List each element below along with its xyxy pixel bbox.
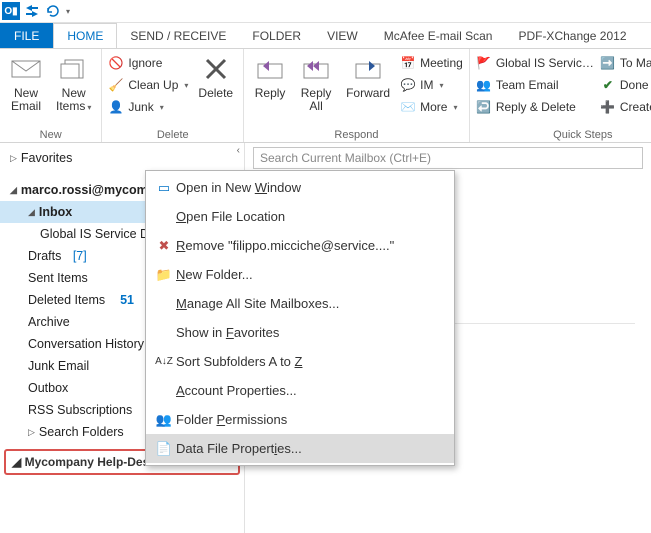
group-quicksteps: 🚩Global IS Servic… 👥Team Email ↩️Reply &… (470, 49, 651, 142)
quick-access-toolbar: ▾ (24, 3, 70, 19)
qs-done[interactable]: ✔Done (600, 75, 651, 95)
new-email-button[interactable]: New Email (6, 51, 46, 127)
caret-down-icon: ◢ (10, 185, 17, 196)
reply-button[interactable]: Reply (250, 51, 290, 127)
tab-pdfxchange[interactable]: PDF-XChange 2012 (505, 23, 639, 48)
send-receive-icon[interactable] (24, 3, 40, 19)
create-icon: ➕ (600, 99, 616, 115)
new-items-label: New Items▾ (56, 87, 91, 113)
reply-all-icon (300, 53, 332, 85)
folder-context-menu: ▭ Open in New Window Open File Location … (145, 170, 455, 466)
new-email-label: New Email (11, 87, 41, 113)
new-items-button[interactable]: New Items▾ (52, 51, 95, 127)
group-new-label: New (6, 127, 95, 142)
outlook-logo: O▮ (2, 2, 20, 20)
group-respond-label: Respond (250, 127, 463, 142)
ctx-data-file-properties[interactable]: 📄 Data File Properties... (146, 434, 454, 463)
ignore-icon: 🚫 (108, 55, 124, 71)
im-icon: 💬 (400, 77, 416, 93)
check-icon: ✔ (600, 77, 616, 93)
ignore-button[interactable]: 🚫Ignore (108, 53, 188, 73)
permissions-icon: 👥 (152, 412, 176, 428)
flag-icon: 🚩 (476, 55, 492, 71)
ctx-sort-subfolders[interactable]: A↓Z Sort Subfolders A to Z (146, 347, 454, 376)
qs-global-is[interactable]: 🚩Global IS Servic… (476, 53, 594, 73)
window-icon: ▭ (152, 180, 176, 196)
ctx-manage-mailboxes[interactable]: Manage All Site Mailboxes... (146, 289, 454, 318)
new-items-icon (58, 53, 90, 85)
caret-down-icon: ◢ (28, 207, 35, 218)
broom-icon: 🧹 (108, 77, 124, 93)
group-respond: Reply Reply All Forward 📅Meeting 💬IM▾ ✉️… (244, 49, 470, 142)
caret-down-icon: ◢ (12, 455, 21, 469)
reply-delete-icon: ↩️ (476, 99, 492, 115)
team-icon: 👥 (476, 77, 492, 93)
tab-send-receive[interactable]: SEND / RECEIVE (117, 23, 239, 48)
ctx-folder-permissions[interactable]: 👥 Folder Permissions (146, 405, 454, 434)
remove-x-icon: ✖ (152, 238, 176, 254)
group-quicksteps-label: Quick Steps (476, 127, 651, 142)
qat-dropdown-icon[interactable]: ▾ (66, 7, 70, 16)
qs-team-email[interactable]: 👥Team Email (476, 75, 594, 95)
reply-all-button[interactable]: Reply All (296, 51, 336, 127)
deleted-count: 51 (120, 293, 134, 307)
ctx-account-properties[interactable]: Account Properties... (146, 376, 454, 405)
undo-icon[interactable] (44, 3, 60, 19)
meeting-button[interactable]: 📅Meeting (400, 53, 463, 73)
properties-icon: 📄 (152, 441, 176, 457)
ribbon-tabs: FILE HOME SEND / RECEIVE FOLDER VIEW McA… (0, 23, 651, 48)
junk-button[interactable]: 👤Junk▾ (108, 97, 188, 117)
caret-right-icon: ▷ (28, 427, 35, 438)
qs-create-new[interactable]: ➕Create New (600, 97, 651, 117)
tab-mcafee[interactable]: McAfee E-mail Scan (371, 23, 506, 48)
ctx-open-file-location[interactable]: Open File Location (146, 202, 454, 231)
tab-folder[interactable]: FOLDER (239, 23, 314, 48)
group-delete-label: Delete (108, 127, 237, 142)
drafts-count: [7] (73, 249, 87, 263)
collapse-nav-icon[interactable]: ‹ (237, 145, 240, 156)
group-new: New Email New Items▾ New (0, 49, 102, 142)
qs-to-manager[interactable]: ➡️To Manager (600, 53, 651, 73)
tab-file[interactable]: FILE (0, 23, 53, 48)
forward-icon (352, 53, 384, 85)
delete-button[interactable]: Delete (194, 51, 237, 127)
nav-favorites[interactable]: ▷Favorites (0, 147, 244, 169)
tab-view[interactable]: VIEW (314, 23, 371, 48)
ctx-show-favorites[interactable]: Show in Favorites (146, 318, 454, 347)
ctx-new-folder[interactable]: 📁 New Folder... (146, 260, 454, 289)
manager-icon: ➡️ (600, 55, 616, 71)
im-button[interactable]: 💬IM▾ (400, 75, 463, 95)
reply-icon (254, 53, 286, 85)
tab-home[interactable]: HOME (53, 23, 117, 48)
sort-az-icon: A↓Z (152, 356, 176, 367)
ribbon: New Email New Items▾ New 🚫Ignore 🧹Clean … (0, 48, 651, 143)
folder-icon: 📁 (152, 267, 176, 283)
ctx-open-new-window[interactable]: ▭ Open in New Window (146, 173, 454, 202)
search-input[interactable]: Search Current Mailbox (Ctrl+E) (253, 147, 643, 169)
forward-button[interactable]: Forward (342, 51, 394, 127)
group-delete: 🚫Ignore 🧹Clean Up▾ 👤Junk▾ Delete Delete (102, 49, 244, 142)
meeting-icon: 📅 (400, 55, 416, 71)
qs-reply-delete[interactable]: ↩️Reply & Delete (476, 97, 594, 117)
more-button[interactable]: ✉️More▾ (400, 97, 463, 117)
cleanup-button[interactable]: 🧹Clean Up▾ (108, 75, 188, 95)
caret-right-icon: ▷ (10, 153, 17, 164)
envelope-icon (10, 53, 42, 85)
junk-icon: 👤 (108, 99, 124, 115)
more-icon: ✉️ (400, 99, 416, 115)
delete-x-icon (200, 53, 232, 85)
title-bar: O▮ ▾ (0, 0, 651, 23)
ctx-remove-account[interactable]: ✖ Remove "filippo.micciche@service...." (146, 231, 454, 260)
